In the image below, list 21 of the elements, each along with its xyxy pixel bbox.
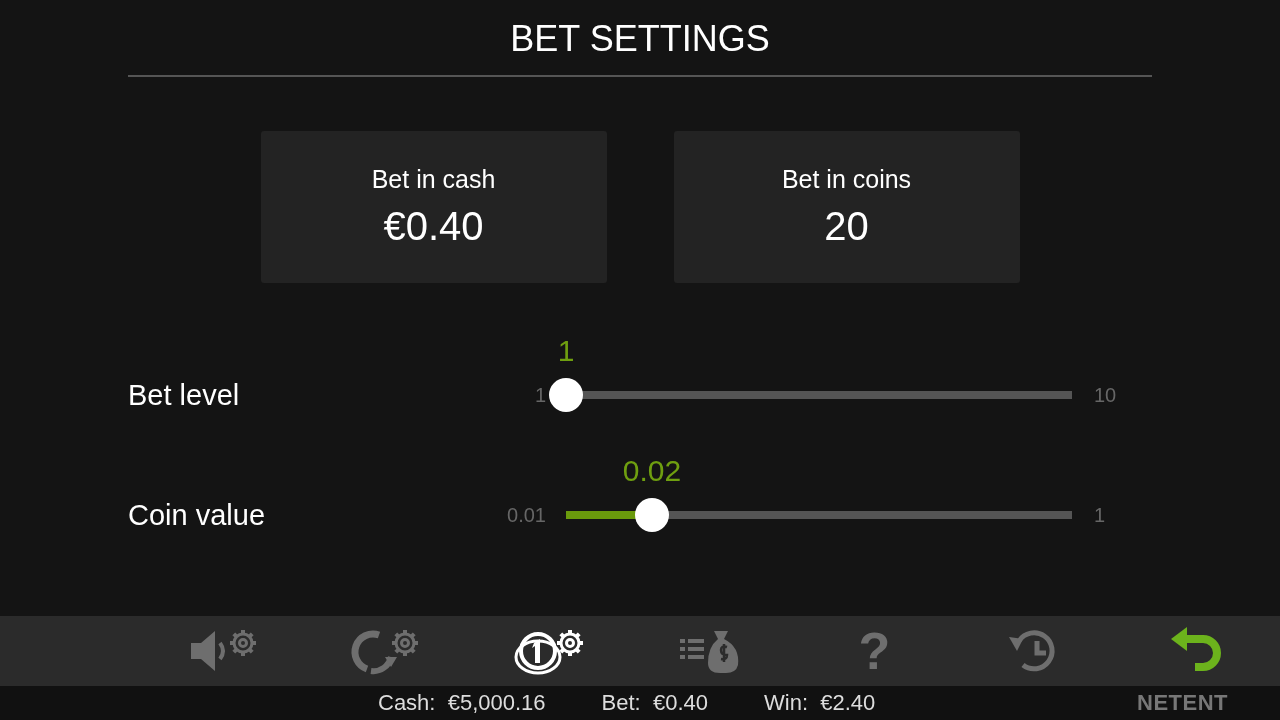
slider-max: 1: [1094, 503, 1106, 526]
slider-max: 10: [1094, 383, 1117, 406]
card-value: €0.40: [383, 204, 484, 249]
brand-logo: NETENT: [1137, 690, 1228, 716]
help-icon: ?: [858, 621, 891, 681]
slider-value: 1: [557, 334, 575, 368]
status-text: Bet: €0.40: [601, 690, 708, 716]
help-button[interactable]: ?: [793, 616, 956, 686]
card-label: Bet in coins: [781, 165, 912, 194]
slider-label: Bet level: [128, 378, 241, 412]
status-text: Cash: €5,000.16: [378, 690, 546, 716]
slider-value: 0.02: [622, 454, 682, 488]
slider-min: 1: [534, 383, 546, 407]
slider-label: Coin value: [128, 498, 267, 532]
card-value: 20: [824, 204, 869, 249]
slider-thumb[interactable]: [549, 378, 583, 412]
slider-min: 0.01: [507, 503, 546, 527]
status-text: Win: €2.40: [764, 690, 876, 716]
slider-thumb[interactable]: [635, 498, 669, 532]
card-label: Bet in cash: [371, 165, 496, 194]
page-title: BET SETTINGS: [510, 16, 770, 60]
